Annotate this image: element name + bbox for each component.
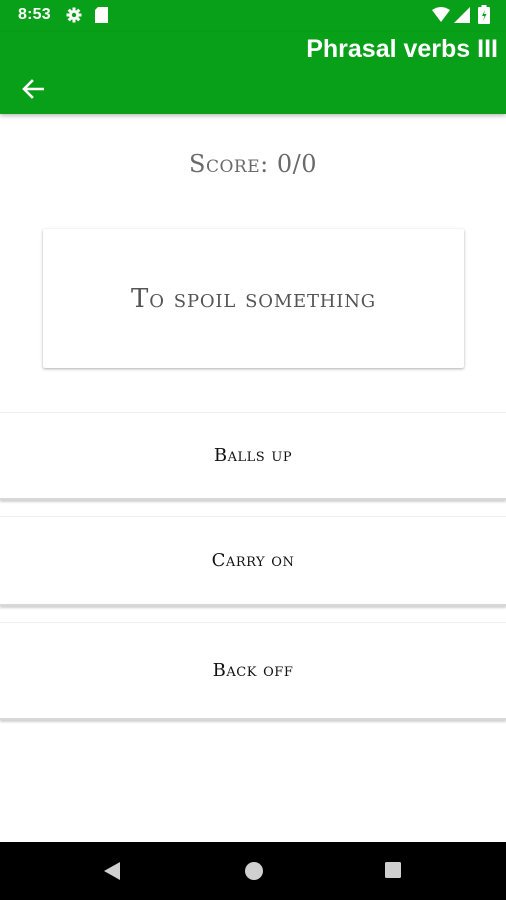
signal-icon xyxy=(454,7,470,28)
status-bar: 8:53 xyxy=(0,0,506,32)
recents-square-icon[interactable] xyxy=(384,861,402,884)
answer-button-3[interactable]: Back off xyxy=(0,622,506,720)
arrow-left-icon xyxy=(22,78,45,104)
score-label: Score: 0/0 xyxy=(189,150,317,178)
sd-card-icon xyxy=(95,7,108,28)
back-button[interactable] xyxy=(22,76,58,106)
answer-button-2[interactable]: Carry on xyxy=(0,516,506,606)
navigation-bar xyxy=(0,842,506,900)
battery-icon xyxy=(478,5,490,29)
back-triangle-icon[interactable] xyxy=(103,861,121,886)
question-text: To spoil something xyxy=(131,283,376,314)
answer-button-1[interactable]: Balls up xyxy=(0,412,506,500)
wifi-icon xyxy=(432,7,450,28)
settings-gear-icon xyxy=(66,7,82,28)
app-title: Phrasal verbs III xyxy=(306,35,498,63)
app-bar: Phrasal verbs III xyxy=(0,32,506,114)
answer-label: Balls up xyxy=(213,445,293,466)
home-circle-icon[interactable] xyxy=(244,861,264,886)
answer-label: Carry on xyxy=(211,550,295,571)
status-time: 8:53 xyxy=(18,6,51,23)
answer-label: Back off xyxy=(212,660,294,681)
question-card: To spoil something xyxy=(43,229,464,368)
